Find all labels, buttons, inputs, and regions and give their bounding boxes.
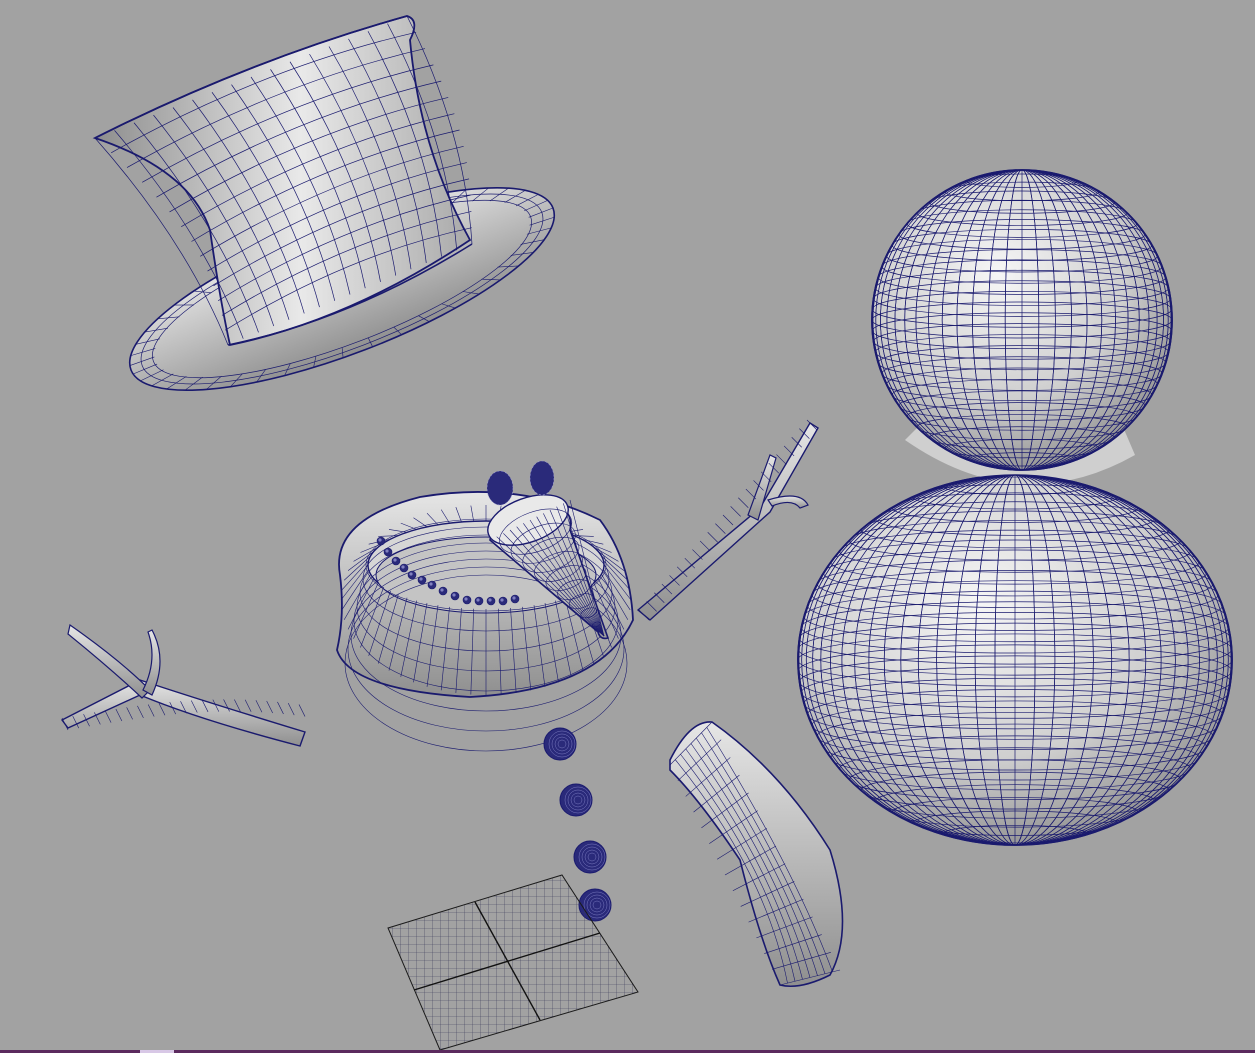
3d-viewport[interactable] bbox=[0, 0, 1255, 1053]
eye-right[interactable] bbox=[529, 460, 555, 496]
arm-left[interactable] bbox=[60, 623, 306, 747]
snowman-body[interactable] bbox=[797, 169, 1233, 846]
eye-left[interactable] bbox=[486, 470, 514, 506]
scarf-tail[interactable] bbox=[669, 721, 844, 988]
scene-canvas[interactable] bbox=[0, 0, 1255, 1053]
top-hat[interactable] bbox=[92, 15, 576, 431]
arm-right[interactable] bbox=[636, 419, 819, 621]
